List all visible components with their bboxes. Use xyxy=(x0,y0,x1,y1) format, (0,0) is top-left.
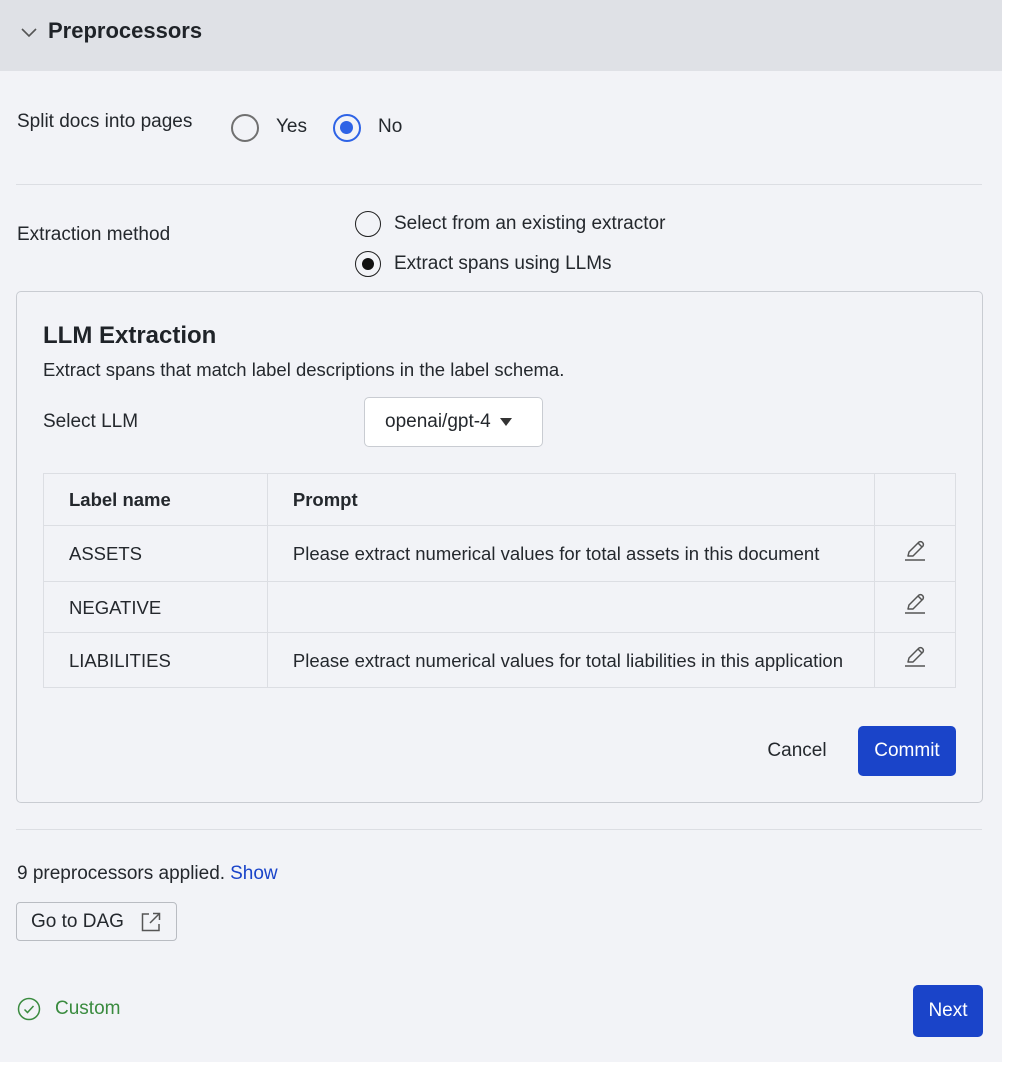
commit-button[interactable]: Commit xyxy=(858,726,956,776)
status-indicator: Custom xyxy=(17,997,120,1021)
existing-extractor-label[interactable]: Select from an existing extractor xyxy=(394,213,665,235)
preprocessors-panel: Preprocessors Split docs into pages Yes … xyxy=(0,0,1002,1062)
prompt-cell: Please extract numerical values for tota… xyxy=(266,525,876,582)
label-prompt-table: Label name Prompt ASSETS Please extract … xyxy=(43,473,956,688)
prompt-cell: Please extract numerical values for tota… xyxy=(266,632,876,688)
label-name-cell: ASSETS xyxy=(43,525,268,582)
preprocessors-applied-text: 9 preprocessors applied. xyxy=(17,863,226,884)
card-title: LLM Extraction xyxy=(43,322,217,349)
actions-cell xyxy=(874,581,956,633)
label-name-cell: LIABILITIES xyxy=(43,632,268,688)
edit-icon[interactable] xyxy=(902,591,928,617)
column-header-actions xyxy=(874,473,956,526)
select-llm-label: Select LLM xyxy=(43,411,139,432)
status-text: Custom xyxy=(55,998,121,1019)
table-row: ASSETS Please extract numerical values f… xyxy=(43,525,956,582)
cancel-button[interactable]: Cancel xyxy=(757,726,837,776)
card-description: Extract spans that match label descripti… xyxy=(43,359,565,380)
show-link[interactable]: Show xyxy=(230,863,278,884)
external-link-icon xyxy=(141,912,161,931)
section-title: Preprocessors xyxy=(48,18,203,43)
split-docs-no-radio[interactable] xyxy=(333,114,361,142)
edit-icon[interactable] xyxy=(902,538,928,564)
next-button[interactable]: Next xyxy=(913,985,983,1037)
llm-extract-label[interactable]: Extract spans using LLMs xyxy=(394,253,612,275)
column-header-prompt: Prompt xyxy=(266,473,876,526)
split-docs-label: Split docs into pages xyxy=(17,111,193,132)
split-docs-no-label[interactable]: No xyxy=(378,116,402,138)
split-docs-yes-radio[interactable] xyxy=(231,114,259,142)
caret-down-icon xyxy=(499,418,512,426)
table-row: LIABILITIES Please extract numerical val… xyxy=(43,632,956,688)
extraction-method-label: Extraction method xyxy=(17,224,171,245)
go-to-dag-label: Go to DAG xyxy=(31,910,124,932)
edit-icon[interactable] xyxy=(902,644,928,670)
divider xyxy=(16,829,982,830)
llm-select-value: openai/gpt-4 xyxy=(385,411,491,432)
section-header[interactable]: Preprocessors xyxy=(0,0,1002,71)
chevron-down-icon[interactable] xyxy=(20,25,38,39)
actions-cell xyxy=(874,632,956,688)
existing-extractor-radio[interactable] xyxy=(355,211,381,237)
llm-select[interactable]: openai/gpt-4 xyxy=(364,397,543,447)
llm-extract-radio[interactable] xyxy=(355,251,381,277)
llm-extraction-card: LLM Extraction Extract spans that match … xyxy=(16,291,983,803)
check-circle-icon xyxy=(17,997,41,1021)
preprocessors-applied: 9 preprocessors applied. Show xyxy=(17,863,278,885)
table-row: NEGATIVE xyxy=(43,581,956,633)
go-to-dag-button[interactable]: Go to DAG xyxy=(16,902,177,941)
actions-cell xyxy=(874,525,956,582)
divider xyxy=(16,184,982,185)
label-name-cell: NEGATIVE xyxy=(43,581,268,633)
prompt-cell xyxy=(266,581,876,633)
column-header-label-name: Label name xyxy=(43,473,268,526)
split-docs-yes-label[interactable]: Yes xyxy=(276,116,307,138)
